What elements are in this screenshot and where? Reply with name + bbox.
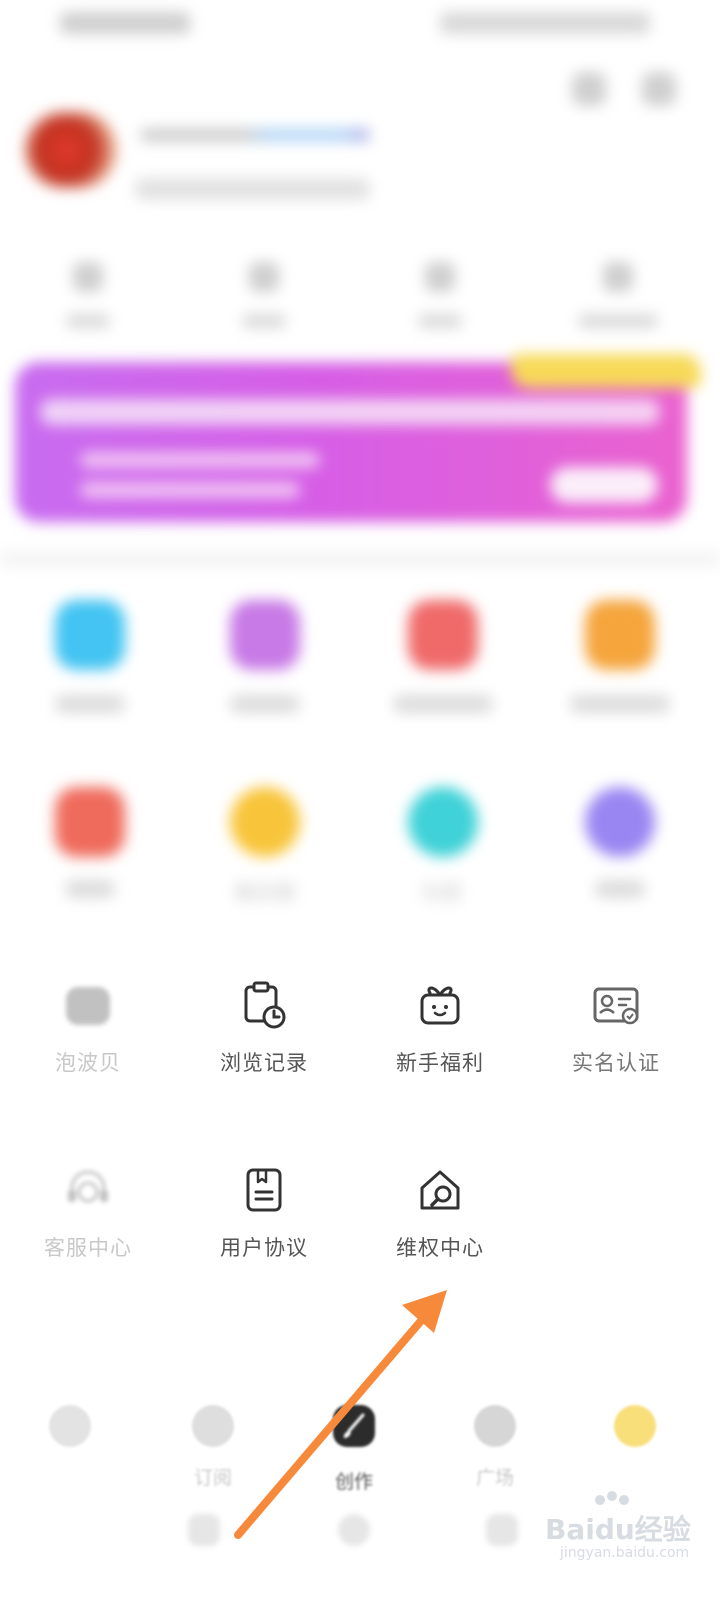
watermark-url: jingyan.baidu.com (560, 1545, 690, 1561)
annotation-arrow (234, 1290, 447, 1539)
watermark-brand: Baidu经验 (545, 1513, 691, 1546)
